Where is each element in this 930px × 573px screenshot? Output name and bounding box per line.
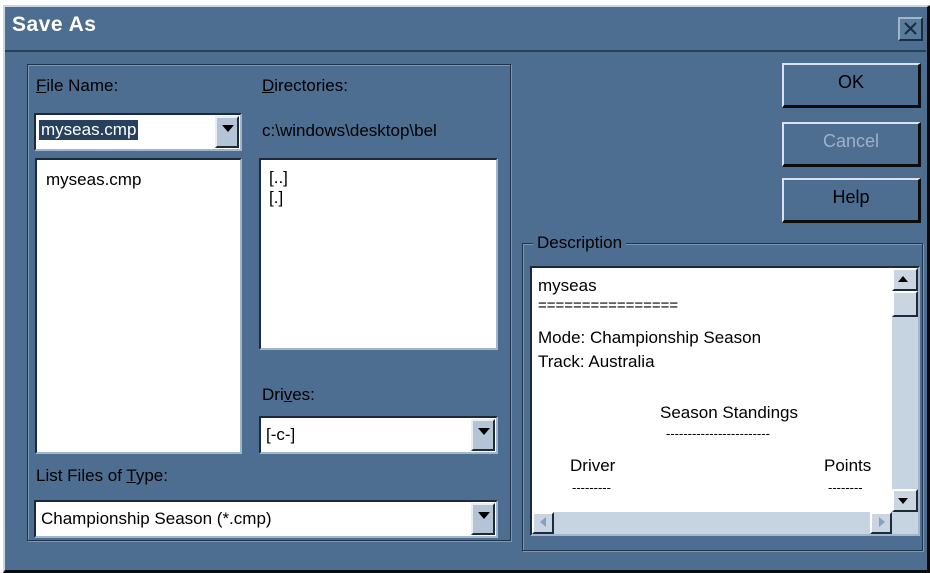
- drives-label: Drives:: [262, 385, 315, 404]
- directory-item-parent[interactable]: [..]: [269, 168, 288, 188]
- arrow-left-icon: [540, 517, 546, 527]
- dialog-title: Save As: [12, 13, 97, 36]
- file-name-combo[interactable]: myseas.cmp: [34, 113, 242, 151]
- file-list[interactable]: myseas.cmp: [35, 158, 242, 454]
- points-rule: --------: [828, 480, 863, 495]
- scroll-right-button[interactable]: [870, 512, 892, 534]
- description-label: Description: [533, 233, 627, 253]
- arrow-right-icon: [879, 517, 885, 527]
- description-track: Track: Australia: [538, 352, 655, 371]
- arrow-down-icon: [898, 498, 908, 504]
- standings-title: Season Standings: [660, 403, 798, 422]
- file-type-combo[interactable]: Championship Season (*.cmp): [34, 500, 498, 538]
- scroll-thumb[interactable]: [892, 291, 918, 317]
- column-driver: Driver: [570, 456, 616, 475]
- ok-button[interactable]: OK: [782, 63, 921, 108]
- description-textarea[interactable]: myseas ================ Mode: Championsh…: [530, 266, 920, 536]
- directory-list[interactable]: [..] [.]: [259, 158, 498, 350]
- file-type-value: Championship Season (*.cmp): [41, 509, 272, 528]
- current-directory-path: c:\windows\desktop\bel: [262, 121, 437, 140]
- chevron-down-icon: [478, 512, 490, 519]
- scroll-down-button[interactable]: [892, 489, 918, 512]
- drives-combo[interactable]: [-c-]: [259, 416, 498, 454]
- scroll-left-button[interactable]: [532, 512, 554, 534]
- description-mode: Mode: Championship Season: [538, 328, 762, 347]
- arrow-up-icon: [898, 276, 908, 282]
- file-name-input[interactable]: myseas.cmp: [39, 120, 139, 140]
- title-bar[interactable]: [5, 7, 926, 52]
- horizontal-scrollbar[interactable]: [532, 512, 892, 534]
- file-type-dropdown-button[interactable]: [471, 503, 495, 535]
- scroll-up-button[interactable]: [892, 268, 918, 291]
- drives-dropdown-button[interactable]: [471, 419, 495, 451]
- column-points: Points: [824, 456, 872, 475]
- file-list-item[interactable]: myseas.cmp: [46, 170, 141, 190]
- close-icon: [904, 22, 917, 35]
- driver-rule: ---------: [572, 480, 611, 495]
- chevron-down-icon: [222, 125, 234, 132]
- directories-label: Directories:: [262, 76, 348, 95]
- close-button[interactable]: [898, 17, 923, 41]
- drives-value: [-c-]: [266, 425, 296, 444]
- help-button[interactable]: Help: [782, 178, 921, 223]
- description-name: myseas: [538, 276, 597, 295]
- file-name-dropdown-button[interactable]: [215, 116, 239, 148]
- cancel-button[interactable]: Cancel: [782, 122, 921, 167]
- chevron-down-icon: [478, 428, 490, 435]
- file-type-label: List Files of Type:: [36, 466, 168, 485]
- description-separator: ================: [538, 297, 679, 314]
- scroll-corner: [892, 512, 918, 534]
- directory-item-current[interactable]: [.]: [269, 188, 283, 208]
- file-name-label: File Name:: [36, 76, 119, 95]
- standings-rule: ------------------------: [666, 426, 770, 441]
